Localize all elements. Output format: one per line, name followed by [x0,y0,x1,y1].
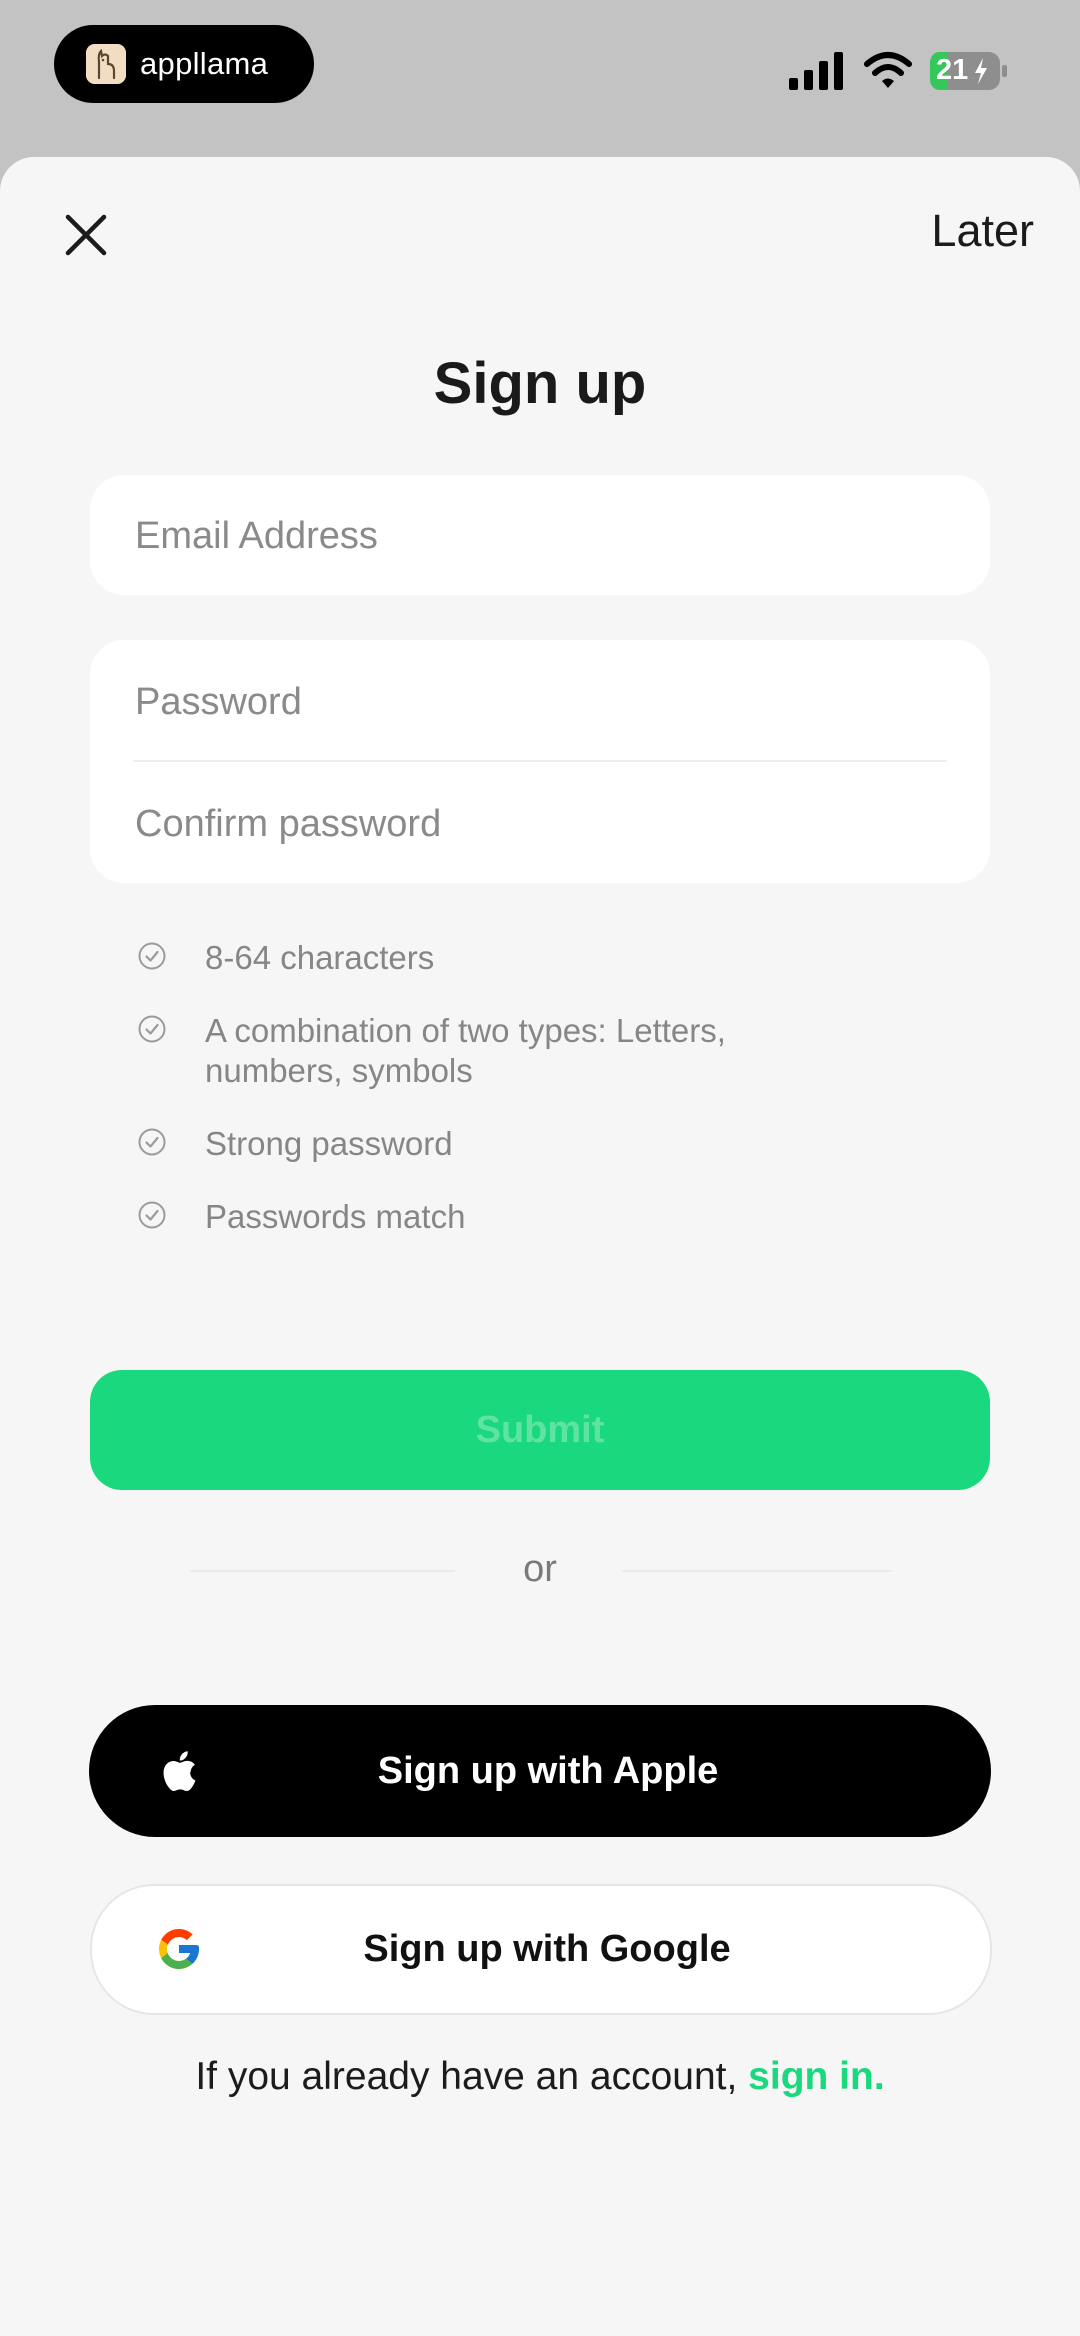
requirement-text: A combination of two types: Letters, num… [205,1012,726,1089]
confirm-password-field[interactable] [133,788,947,860]
sign-in-link[interactable]: sign in. [748,2055,885,2098]
submit-button[interactable]: Submit [90,1370,990,1490]
sign-in-prompt: If you already have an account, sign in. [0,2055,1080,2099]
requirement-text: Passwords match [205,1198,466,1235]
cellular-signal-icon [789,52,843,90]
requirement-item: A combination of two types: Letters, num… [137,1011,845,1091]
field-divider [133,760,947,762]
requirement-item: Strong password [137,1124,845,1164]
email-field[interactable] [133,500,947,572]
requirement-text: Strong password [205,1125,453,1162]
apple-button-label: Sign up with Apple [377,1749,719,1792]
battery-level: 21 [936,54,969,86]
close-icon[interactable] [62,211,110,259]
check-circle-icon [138,1201,166,1229]
sign-up-apple-button[interactable]: Sign up with Apple [89,1705,991,1837]
app-pill[interactable]: appllama [54,25,314,103]
password-card [90,640,990,883]
check-circle-icon [138,1128,166,1156]
google-button-label: Sign up with Google [363,1928,731,1970]
page-title: Sign up [433,351,647,416]
app-name: appllama [140,46,269,81]
requirement-item: 8-64 characters [137,938,845,978]
wifi-icon [864,52,912,88]
requirement-item: Passwords match [137,1197,845,1237]
sign-up-google-button[interactable]: Sign up with Google [90,1884,992,2015]
email-card [90,475,990,595]
check-circle-icon [138,942,166,970]
or-divider-label: or [523,1548,557,1590]
later-button[interactable]: Later [931,205,1034,257]
sign-in-prefix: If you already have an account, [195,2055,749,2098]
llama-logo-icon [86,44,126,84]
requirement-text: 8-64 characters [205,939,435,976]
battery-icon: 21 [930,52,1008,90]
check-circle-icon [138,1015,166,1043]
password-field[interactable] [133,666,947,738]
